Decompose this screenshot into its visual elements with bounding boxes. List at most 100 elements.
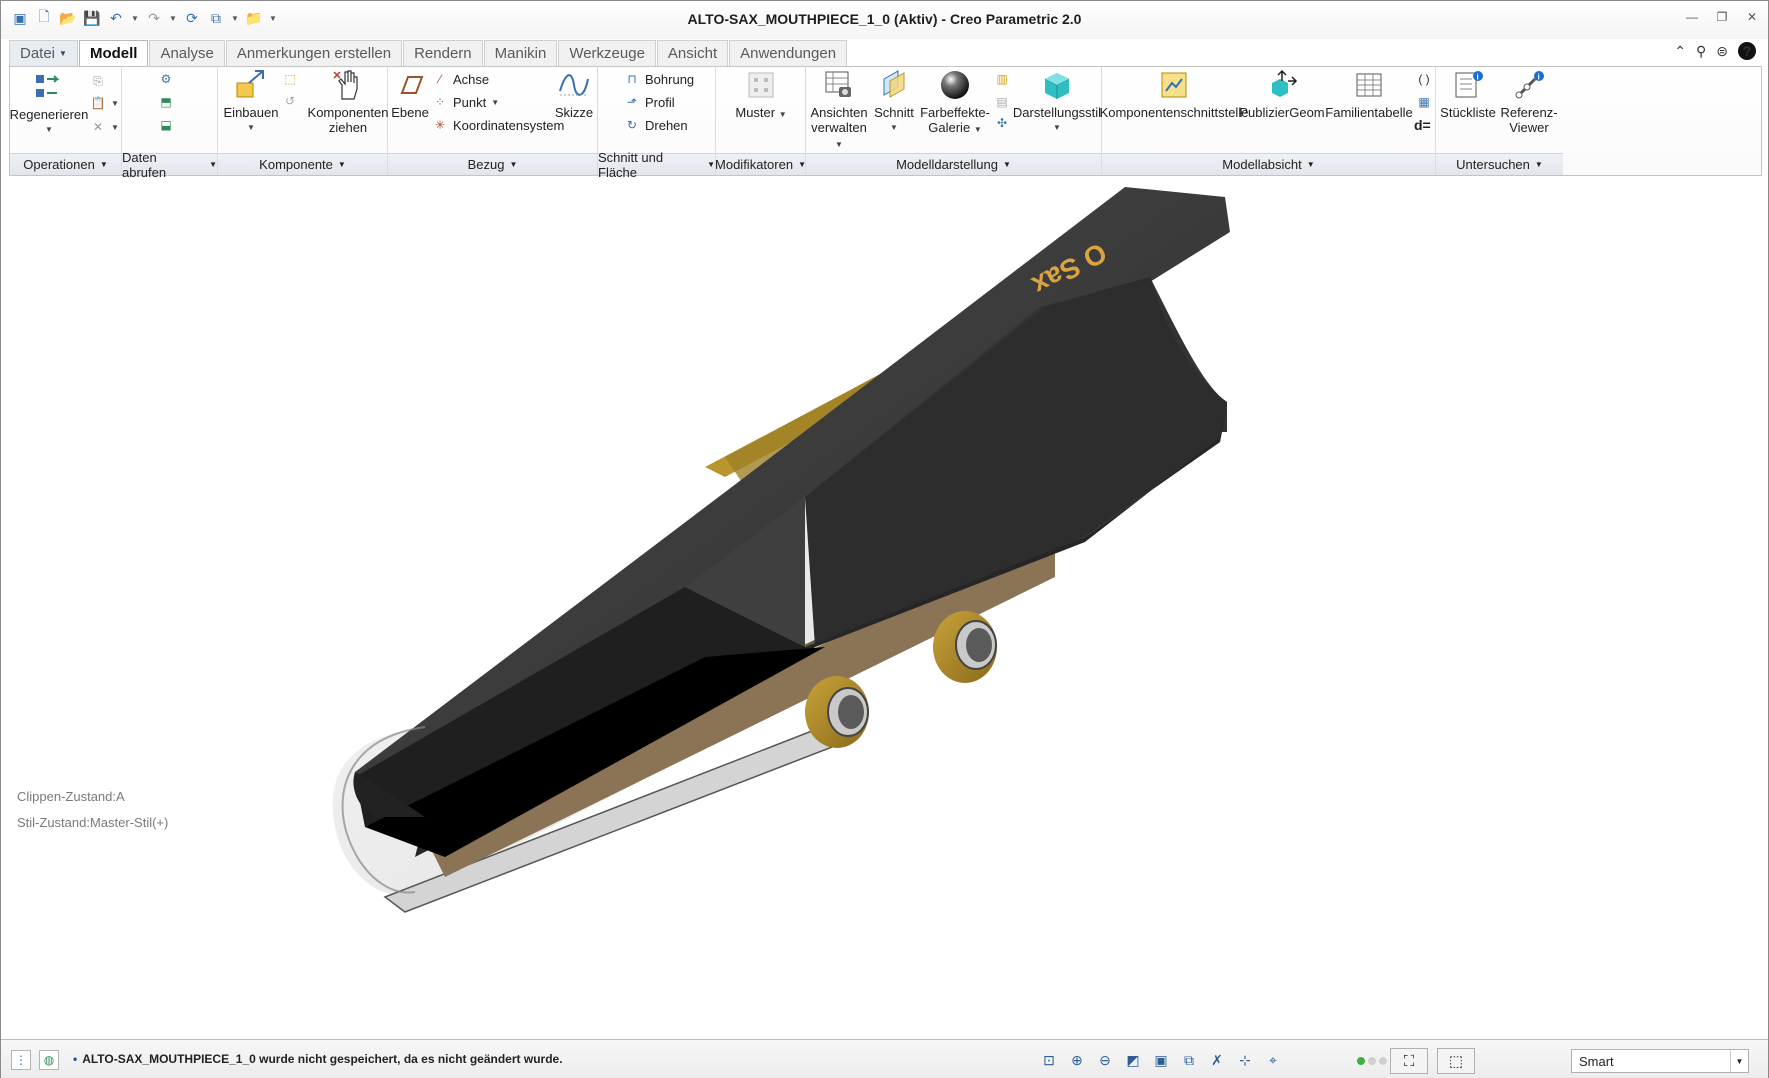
- user-defined-feature-icon[interactable]: ⚙: [158, 71, 174, 87]
- chevron-down-icon: ▼: [798, 160, 806, 169]
- profil-button[interactable]: ⬏ Profil: [624, 94, 675, 110]
- einbauen-label: Einbauen: [223, 105, 279, 120]
- farbeffekte-galerie-button[interactable]: Farbeffekte- Galerie ▼: [918, 69, 992, 137]
- referenz-viewer-button[interactable]: i Referenz- Viewer: [1498, 69, 1560, 135]
- svg-text:i: i: [1477, 73, 1479, 82]
- ebene-button[interactable]: Ebene: [390, 69, 430, 120]
- search-icon[interactable]: ⚲: [1696, 43, 1706, 60]
- dimensions-icon[interactable]: ▤: [994, 94, 1010, 110]
- chevron-down-icon: ▼: [1730, 1050, 1748, 1072]
- komponenten-ziehen-button[interactable]: Komponenten ziehen: [308, 69, 388, 135]
- chevron-down-icon: ▼: [209, 160, 217, 169]
- status-bar: ⋮ ◍ • ALTO-SAX_MOUTHPIECE_1_0 wurde nicht…: [1, 1039, 1768, 1078]
- muster-button[interactable]: Muster ▼: [728, 69, 794, 122]
- spin-center-icon[interactable]: ⊹: [1235, 1050, 1255, 1070]
- copy-icon[interactable]: ⎘: [90, 73, 106, 89]
- shrinkwrap-icon[interactable]: ⬓: [158, 117, 174, 133]
- chevron-down-icon: ▼: [707, 160, 715, 169]
- bar-chart-icon[interactable]: ▥: [994, 71, 1010, 87]
- group-footer-modelldarstellung[interactable]: Modelldarstellung ▼: [806, 153, 1101, 175]
- koordinatensystem-button[interactable]: ✳ Koordinatensystem: [432, 117, 564, 133]
- selection-filter-dropdown[interactable]: Smart ▼: [1571, 1049, 1749, 1073]
- paste-icon[interactable]: 📋 ▼: [90, 95, 119, 111]
- help-icon[interactable]: ?: [1738, 42, 1756, 60]
- group-footer-modifikatoren[interactable]: Modifikatoren ▼: [715, 153, 806, 175]
- chevron-down-icon: ▼: [1002, 160, 1011, 169]
- repaint-icon[interactable]: ◩: [1123, 1050, 1143, 1070]
- selection-cube-icon[interactable]: ⬚: [1437, 1048, 1475, 1074]
- group-footer-schnitt[interactable]: Schnitt und Fläche ▼: [598, 150, 715, 180]
- group-footer-modellabsicht[interactable]: Modellabsicht ▼: [1102, 153, 1435, 175]
- chevron-down-icon: ▼: [1053, 123, 1061, 132]
- minimize-icon[interactable]: —: [1684, 9, 1700, 25]
- close-icon[interactable]: ✕: [1744, 9, 1760, 25]
- tab-manikin[interactable]: Manikin: [483, 40, 558, 66]
- chevron-down-icon: ▼: [59, 49, 67, 58]
- tab-label: Datei: [20, 45, 56, 62]
- find-binoculars-icon[interactable]: ⛶: [1390, 1048, 1428, 1074]
- graphics-area[interactable]: O Sax Clippen-Zustand:A Stil-Zustand:Mas…: [5, 177, 1766, 1039]
- achse-button[interactable]: ⁄ Achse: [432, 71, 489, 87]
- tab-datei[interactable]: Datei ▼: [9, 40, 78, 66]
- datum-display-icon[interactable]: ✗: [1207, 1050, 1227, 1070]
- group-footer-komponente[interactable]: Komponente ▼: [218, 153, 387, 175]
- mouthpiece-model[interactable]: O Sax: [5, 177, 1766, 1039]
- chevron-down-icon: ▼: [890, 123, 898, 132]
- darstellungsstil-button[interactable]: ✣: [994, 115, 1010, 131]
- saved-views-icon[interactable]: ⧉: [1179, 1050, 1199, 1070]
- copy-geometry-icon[interactable]: ⬒: [158, 94, 174, 110]
- annotation-display-icon[interactable]: ⌖: [1263, 1050, 1283, 1070]
- group-footer-daten-abrufen[interactable]: Daten abrufen ▼: [122, 150, 217, 180]
- schnitt-label: Schnitt: [874, 105, 914, 120]
- komponenten-label-2: ziehen: [328, 120, 368, 135]
- zoom-in-icon[interactable]: ⊕: [1067, 1050, 1087, 1070]
- relations-icon[interactable]: ( ): [1416, 71, 1432, 87]
- familientabelle-button[interactable]: Familientabelle: [1324, 69, 1414, 120]
- tab-analyse[interactable]: Analyse: [149, 40, 225, 66]
- model-tree-icon[interactable]: ⋮: [11, 1050, 31, 1070]
- ansichten-verwalten-button[interactable]: Ansichten verwalten ▼: [808, 69, 870, 152]
- display-style-icon[interactable]: ▣: [1151, 1050, 1171, 1070]
- tab-anwendungen[interactable]: Anwendungen: [729, 40, 848, 66]
- einbauen-button[interactable]: Einbauen ▼: [220, 69, 282, 135]
- graphics-toolbar: ⊡ ⊕ ⊖ ◩ ▣ ⧉ ✗ ⊹ ⌖: [1039, 1050, 1283, 1070]
- regenerate-icon: [33, 71, 65, 103]
- chevron-down-icon: ▼: [1306, 160, 1315, 169]
- drehen-button[interactable]: ↻ Drehen: [624, 117, 688, 133]
- section-icon: [878, 69, 910, 101]
- familientabelle-label: Familientabelle: [1325, 105, 1413, 120]
- delete-icon[interactable]: ✕ ▼: [90, 119, 119, 135]
- bullet-icon: •: [73, 1052, 78, 1066]
- tab-werkzeuge[interactable]: Werkzeuge: [558, 40, 656, 66]
- publiziergeom-button[interactable]: PublizierGeom: [1239, 69, 1325, 120]
- collapse-ribbon-icon[interactable]: ⌃: [1674, 43, 1686, 60]
- bom-icon: i: [1452, 69, 1484, 101]
- chevron-down-icon: ▼: [509, 160, 518, 169]
- group-schnitt-und-flaeche: ⊓ Bohrung ⬏ Profil ↻ Drehen Schnitt und Flä…: [598, 67, 716, 180]
- zoom-out-icon[interactable]: ⊖: [1095, 1050, 1115, 1070]
- clip-state-label: Clippen-Zustand:A: [17, 789, 125, 804]
- tab-rendern[interactable]: Rendern: [403, 40, 483, 66]
- stueckliste-button[interactable]: i Stückliste: [1438, 69, 1498, 120]
- schnitt-button[interactable]: Schnitt ▼: [870, 69, 918, 135]
- darstellungsstil-big[interactable]: Darstellungsstil ▼: [1012, 69, 1102, 135]
- create-component-icon[interactable]: ⬚: [282, 71, 298, 87]
- bohrung-button[interactable]: ⊓ Bohrung: [624, 71, 694, 87]
- regenerieren-button[interactable]: Regenerieren ▼: [10, 71, 88, 137]
- browser-icon[interactable]: ◍: [39, 1050, 59, 1070]
- refit-icon[interactable]: ⊡: [1039, 1050, 1059, 1070]
- group-footer-bezug[interactable]: Bezug ▼: [388, 153, 597, 175]
- tab-ansicht[interactable]: Ansicht: [656, 40, 729, 66]
- parameters-icon[interactable]: ▦: [1416, 94, 1432, 110]
- tab-modell[interactable]: Modell: [78, 40, 149, 66]
- maximize-icon[interactable]: ❐: [1714, 9, 1730, 25]
- community-icon[interactable]: ⊜: [1716, 43, 1728, 60]
- komponentenschnittstelle-button[interactable]: Komponentenschnittstelle: [1100, 69, 1248, 120]
- d-equals-button[interactable]: d=: [1414, 117, 1431, 133]
- group-footer-operationen[interactable]: Operationen ▼: [10, 153, 121, 175]
- skizze-button[interactable]: Skizze: [554, 69, 594, 120]
- repeat-icon[interactable]: ↺: [282, 93, 298, 109]
- tab-anmerkungen[interactable]: Anmerkungen erstellen: [225, 40, 403, 66]
- group-footer-untersuchen[interactable]: Untersuchen ▼: [1436, 153, 1563, 175]
- punkt-button[interactable]: ⁘ Punkt ▼: [432, 94, 499, 110]
